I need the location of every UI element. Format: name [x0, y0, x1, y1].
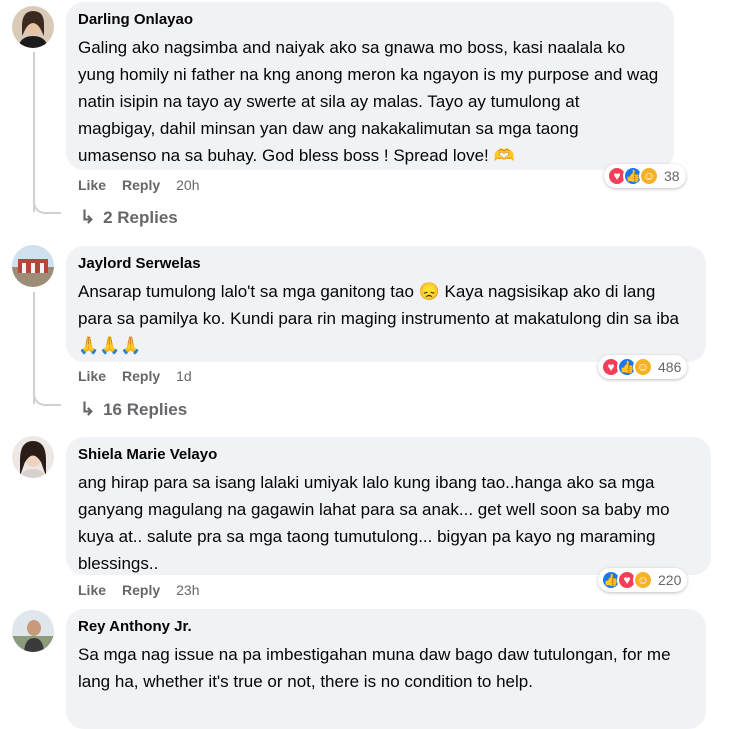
comment-actions: Like Reply 1d	[78, 368, 192, 384]
thread-curve	[33, 198, 61, 214]
reaction-count: 486	[658, 359, 682, 375]
like-button[interactable]: Like	[78, 177, 106, 193]
avatar[interactable]	[12, 6, 54, 48]
reply-arrow-icon: ↳	[80, 399, 96, 419]
replies-label: 16 Replies	[103, 399, 188, 419]
reply-button[interactable]: Reply	[122, 582, 160, 598]
avatar[interactable]	[12, 436, 54, 478]
comment-text: Ansarap tumulong lalo't sa mga ganitong …	[78, 282, 680, 355]
comment-text: ang hirap para sa isang lalaki umiyak la…	[78, 473, 670, 573]
comment-bubble: Darling Onlayao Galing ako nagsimba and …	[66, 2, 674, 170]
thread-line	[33, 292, 35, 404]
like-button[interactable]: Like	[78, 582, 106, 598]
thread-line	[33, 52, 35, 212]
avatar[interactable]	[12, 245, 54, 287]
comment-bubble: Jaylord Serwelas Ansarap tumulong lalo't…	[66, 246, 706, 362]
reply-button[interactable]: Reply	[122, 368, 160, 384]
comment-author[interactable]: Jaylord Serwelas	[78, 254, 692, 274]
reactions-summary[interactable]: ♥ 👍 ☺ 486	[598, 355, 688, 379]
reactions-summary[interactable]: ♥ 👍 ☺ 38	[604, 164, 686, 188]
comment-actions: Like Reply 20h	[78, 177, 200, 193]
comment-bubble: Rey Anthony Jr. Sa mga nag issue na pa i…	[66, 609, 706, 729]
care-reaction-icon: ☺	[633, 357, 653, 377]
view-replies-link[interactable]: ↳ 16 Replies	[80, 399, 187, 420]
care-reaction-icon: ☺	[639, 166, 659, 186]
reply-button[interactable]: Reply	[122, 177, 160, 193]
comment-text: Galing ako nagsimba and naiyak ako sa gn…	[78, 38, 659, 165]
reply-arrow-icon: ↳	[80, 207, 96, 227]
comment-actions: Like Reply 23h	[78, 582, 200, 598]
thread-curve	[33, 390, 61, 406]
comment-bubble: Shiela Marie Velayo ang hirap para sa is…	[66, 437, 711, 575]
comment-author[interactable]: Rey Anthony Jr.	[78, 617, 692, 637]
comment-author[interactable]: Shiela Marie Velayo	[78, 445, 697, 465]
care-reaction-icon: ☺	[633, 570, 653, 590]
comment-timestamp[interactable]: 20h	[176, 177, 199, 193]
comment-author[interactable]: Darling Onlayao	[78, 10, 660, 30]
avatar[interactable]	[12, 610, 54, 652]
reaction-count: 38	[664, 168, 680, 184]
replies-label: 2 Replies	[103, 207, 178, 227]
comment-text: Sa mga nag issue na pa imbestigahan muna…	[78, 645, 671, 691]
comment-timestamp[interactable]: 23h	[176, 582, 199, 598]
reaction-count: 220	[658, 572, 682, 588]
view-replies-link[interactable]: ↳ 2 Replies	[80, 207, 178, 228]
reactions-summary[interactable]: 👍 ♥ ☺ 220	[598, 568, 688, 592]
comment-timestamp[interactable]: 1d	[176, 368, 192, 384]
like-button[interactable]: Like	[78, 368, 106, 384]
